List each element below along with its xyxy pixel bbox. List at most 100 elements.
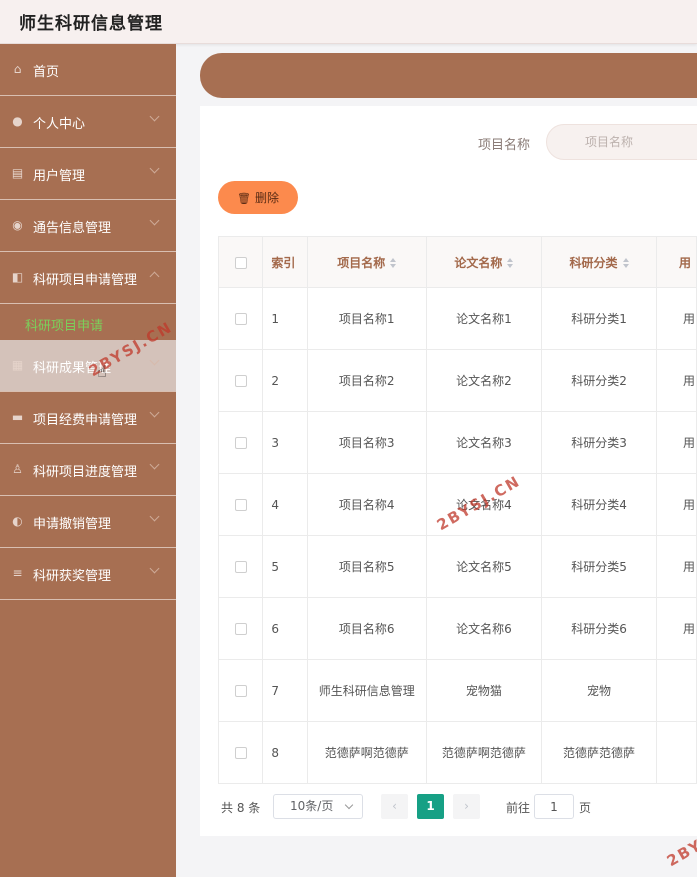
row-checkbox[interactable]: [234, 375, 247, 387]
row-paper-name: 论文名称5: [425, 535, 543, 598]
sidebar-item-2[interactable]: ● 个人中心: [0, 96, 176, 148]
row-project-name: 项目名称6: [306, 597, 427, 660]
total-count: 共 8 条: [221, 801, 261, 815]
row-user: [656, 721, 697, 784]
app-title: 师生科研信息管理: [19, 14, 163, 34]
sidebar: ⌂ 首页 ● 个人中心 ▤ 用户管理 ◉ 通告信息管理 ◧ 科研项目申请管理科研项目申请 ▦ 科研成果…: [0, 44, 176, 877]
chevron-icon: [149, 163, 160, 174]
sidebar-item-8[interactable]: ♙ 科研项目进度管理: [0, 444, 176, 496]
row-project-name: 范德萨啊范德萨: [306, 721, 427, 784]
row-user: 用: [656, 411, 697, 474]
delete-button[interactable]: 🗑 删除: [218, 181, 298, 214]
chevron-icon: [149, 459, 160, 470]
sidebar-item-label: 用户管理: [33, 169, 86, 184]
row-category: 范德萨范德萨: [541, 721, 657, 784]
row-user: [656, 659, 697, 722]
data-table: 索引 项目名称 论文名称 科研分类 用 1 项目名称1 论文名称1 科研分类1 用 2 项目…: [217, 236, 697, 784]
sidebar-item-label: 项目经费申请管理: [33, 413, 138, 428]
sidebar-item-10[interactable]: ≡ 科研获奖管理: [0, 548, 176, 600]
category-header-label: 科研分类: [569, 255, 618, 270]
table-row[interactable]: 3 项目名称3 论文名称3 科研分类3 用: [217, 411, 697, 474]
sidebar-item-7[interactable]: ▬ 项目经费申请管理: [0, 392, 176, 444]
category-header[interactable]: 科研分类: [541, 236, 657, 288]
goto-page-input[interactable]: [534, 794, 574, 819]
prev-page-button[interactable]: ‹: [381, 794, 408, 819]
chevron-icon: [149, 111, 160, 122]
row-checkbox[interactable]: [234, 561, 247, 573]
chevron-icon: [149, 271, 160, 282]
table-row[interactable]: 1 项目名称1 论文名称1 科研分类1 用: [217, 287, 697, 350]
table-row[interactable]: 7 师生科研信息管理 宠物猫 宠物: [217, 659, 697, 722]
sidebar-item-5[interactable]: ◧ 科研项目申请管理: [0, 252, 176, 304]
row-category: 科研分类4: [541, 473, 657, 536]
sidebar-item-6[interactable]: ▦ 科研成果管理: [0, 340, 176, 392]
clipboard-icon: ▤: [11, 166, 24, 180]
sidebar-item-3[interactable]: ▤ 用户管理: [0, 148, 176, 200]
chevron-icon: [149, 511, 160, 522]
table-row[interactable]: 8 范德萨啊范德萨 范德萨啊范德萨 范德萨范德萨: [217, 721, 697, 784]
sidebar-item-1[interactable]: ⌂ 首页: [0, 44, 176, 96]
sidebar-item-9[interactable]: ◐ 申请撤销管理: [0, 496, 176, 548]
row-select-cell: [217, 473, 264, 536]
row-index: 1: [262, 287, 308, 350]
project-name-header[interactable]: 项目名称: [306, 236, 427, 288]
row-paper-name: 论文名称6: [425, 597, 543, 660]
page-size-select[interactable]: 10条/页: [273, 794, 363, 819]
search-label: 项目名称: [478, 138, 531, 153]
row-select-cell: [217, 597, 264, 660]
chevron-icon: [149, 407, 160, 418]
row-paper-name: 宠物猫: [425, 659, 543, 722]
project-name-search-input[interactable]: [546, 124, 697, 160]
row-category: 科研分类5: [541, 535, 657, 598]
table-header-row: 索引 项目名称 论文名称 科研分类 用: [217, 236, 697, 288]
row-select-cell: [217, 659, 264, 722]
row-index: 2: [262, 349, 308, 412]
row-index: 3: [262, 411, 308, 474]
sidebar-item-4[interactable]: ◉ 通告信息管理: [0, 200, 176, 252]
row-paper-name: 论文名称3: [425, 411, 543, 474]
row-index: 6: [262, 597, 308, 660]
row-paper-name: 论文名称4: [425, 473, 543, 536]
next-page-button[interactable]: ›: [453, 794, 480, 819]
microphone-icon: ◉: [12, 218, 23, 232]
goto-label: 前往: [506, 801, 531, 815]
sidebar-item-label: 科研项目进度管理: [33, 465, 138, 480]
row-checkbox[interactable]: [234, 623, 247, 635]
row-user: 用: [656, 535, 697, 598]
page-number-1[interactable]: 1: [417, 794, 444, 819]
paper-name-header[interactable]: 论文名称: [425, 236, 543, 288]
submenu-item-project-apply[interactable]: 科研项目申请: [0, 304, 176, 340]
table-row[interactable]: 5 项目名称5 论文名称5 科研分类5 用: [217, 535, 697, 598]
sidebar-item-label: 科研获奖管理: [33, 569, 112, 584]
top-bar: 师生科研信息管理: [0, 0, 697, 44]
row-checkbox[interactable]: [234, 685, 247, 697]
chat-icon: ▬: [11, 410, 24, 424]
row-index: 4: [262, 473, 308, 536]
user-icon: ●: [12, 114, 23, 128]
row-checkbox[interactable]: [234, 499, 247, 511]
chevron-icon: [149, 563, 160, 574]
select-all-checkbox[interactable]: [234, 256, 247, 269]
sort-icon[interactable]: [622, 258, 629, 268]
sort-icon[interactable]: [507, 258, 514, 268]
sidebar-item-label: 首页: [33, 65, 60, 80]
row-category: 宠物: [541, 659, 657, 722]
table-row[interactable]: 2 项目名称2 论文名称2 科研分类2 用: [217, 349, 697, 412]
page-size-value: 10条/页: [290, 799, 334, 813]
row-select-cell: [217, 287, 264, 350]
table-row[interactable]: 4 项目名称4 论文名称4 科研分类4 用: [217, 473, 697, 536]
row-user: 用: [656, 473, 697, 536]
row-paper-name: 范德萨啊范德萨: [425, 721, 543, 784]
row-select-cell: [217, 411, 264, 474]
sidebar-item-label: 科研项目申请管理: [33, 273, 138, 288]
row-checkbox[interactable]: [234, 437, 247, 449]
paper-name-header-label: 论文名称: [454, 255, 503, 270]
row-checkbox[interactable]: [234, 747, 247, 759]
sidebar-item-label: 个人中心: [33, 117, 86, 132]
chevron-down-icon: [344, 800, 354, 810]
sort-icon[interactable]: [390, 258, 397, 268]
table-row[interactable]: 6 项目名称6 论文名称6 科研分类6 用: [217, 597, 697, 660]
delete-button-label: 删除: [254, 191, 279, 205]
row-checkbox[interactable]: [234, 313, 247, 325]
folder-icon: ◧: [11, 270, 24, 284]
